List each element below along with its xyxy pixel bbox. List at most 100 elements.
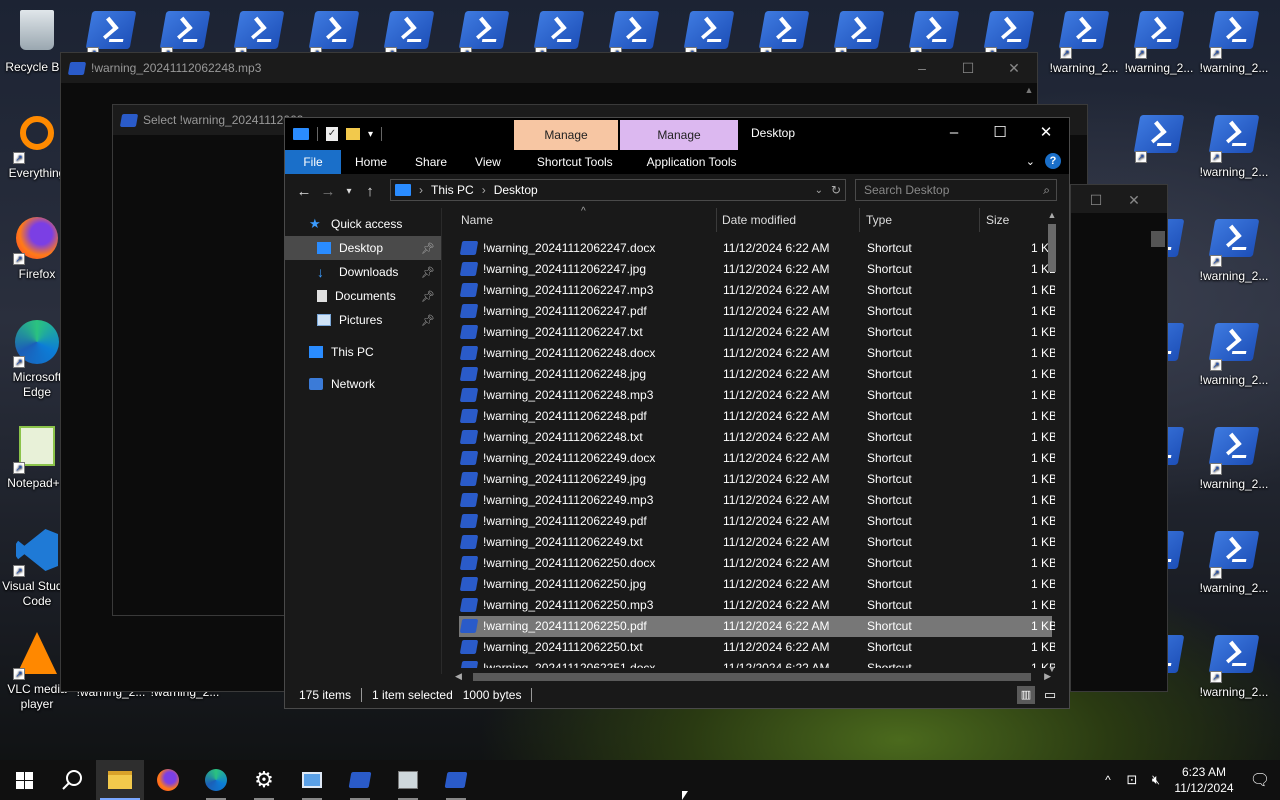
table-row[interactable]: !warning_20241112062248.jpg 11/12/2024 6:… — [459, 364, 1055, 385]
breadcrumb-desktop[interactable]: Desktop — [494, 183, 538, 197]
show-hidden-icons-icon[interactable]: ^ — [1096, 773, 1120, 787]
table-row[interactable]: !warning_20241112062248.txt 11/12/2024 6:… — [459, 427, 1055, 448]
tab-share[interactable]: Share — [401, 150, 461, 174]
table-row[interactable]: !warning_20241112062248.mp3 11/12/2024 6:… — [459, 385, 1055, 406]
desktop-icon-powershell-shortcut[interactable]: ↗ !warning_2... — [1197, 6, 1271, 76]
properties-icon[interactable]: ✓ — [326, 127, 338, 141]
refresh-icon[interactable]: ↻ — [831, 183, 841, 197]
nav-item-pictures[interactable]: Pictures 📌︎ — [285, 308, 441, 332]
desktop-icon-powershell-shortcut[interactable]: ↗ !warning_2... — [1197, 422, 1271, 492]
maximize-icon[interactable]: ☐ — [977, 118, 1023, 148]
help-icon[interactable]: ? — [1045, 153, 1061, 169]
nav-item-quick-access[interactable]: ★ Quick access — [285, 212, 441, 236]
tab-shortcut-tools[interactable]: Shortcut Tools — [523, 150, 627, 174]
nav-item-documents[interactable]: Documents 📌︎ — [285, 284, 441, 308]
manage-tab-shortcut[interactable]: Manage — [514, 120, 618, 150]
clock[interactable]: 6:23 AM 11/12/2024 — [1168, 764, 1240, 796]
table-row[interactable]: !warning_20241112062248.docx 11/12/2024 6… — [459, 343, 1055, 364]
close-icon[interactable]: ✕ — [1111, 185, 1157, 215]
maximize-icon[interactable]: ☐ — [1081, 185, 1111, 215]
desktop-icon-powershell-shortcut[interactable]: ↗ !warning_2... — [1047, 6, 1121, 76]
back-arrow-icon[interactable]: ← — [292, 183, 316, 200]
taskbar-notepad[interactable] — [384, 760, 432, 800]
table-row[interactable]: !warning_20241112062247.mp3 11/12/2024 6:… — [459, 280, 1055, 301]
network-icon[interactable]: ⊡ — [1120, 772, 1144, 788]
table-row[interactable]: !warning_20241112062247.jpg 11/12/2024 6:… — [459, 259, 1055, 280]
scrollbar-thumb[interactable] — [1048, 224, 1056, 272]
address-dropdown-icon[interactable]: ⌄ — [815, 185, 823, 196]
taskbar-firefox[interactable] — [144, 760, 192, 800]
scroll-right-icon[interactable]: ▶ — [1044, 671, 1051, 682]
customize-qat-icon[interactable]: ▾ — [368, 129, 373, 140]
large-icons-view-icon[interactable]: ▭ — [1041, 686, 1059, 704]
column-name[interactable]: Name — [461, 208, 493, 232]
table-row[interactable]: !warning_20241112062249.txt 11/12/2024 6:… — [459, 532, 1055, 553]
taskbar-settings[interactable]: ⚙ — [240, 760, 288, 800]
console-window-titlebar[interactable]: !warning_20241112062248.mp3 — [61, 53, 1037, 83]
close-icon[interactable]: ✕ — [1023, 118, 1069, 148]
tab-file[interactable]: File — [285, 150, 341, 174]
expand-ribbon-icon[interactable]: ⌄ — [1026, 155, 1035, 168]
details-view-icon[interactable]: ▥ — [1017, 686, 1035, 704]
column-type[interactable]: Type — [866, 208, 892, 232]
desktop-icon-powershell-shortcut[interactable]: ↗ !warning_2... — [1197, 630, 1271, 700]
table-row[interactable]: !warning_20241112062249.pdf 11/12/2024 6:… — [459, 511, 1055, 532]
scrollbar-thumb[interactable] — [1151, 231, 1165, 247]
forward-arrow-icon[interactable]: → — [316, 183, 340, 200]
tab-home[interactable]: Home — [341, 150, 401, 174]
table-row[interactable]: !warning_20241112062247.pdf 11/12/2024 6:… — [459, 301, 1055, 322]
scroll-left-icon[interactable]: ◀ — [455, 671, 462, 682]
explorer-titlebar[interactable]: ✓ ▾ Manage Manage Desktop – ☐ ✕ — [285, 118, 1069, 150]
new-folder-icon[interactable] — [346, 128, 360, 140]
taskbar-powershell-2[interactable] — [432, 760, 480, 800]
column-date-modified[interactable]: Date modified — [722, 208, 796, 232]
desktop-icon-powershell-shortcut[interactable]: ↗ !warning_2... — [1197, 214, 1271, 284]
table-row[interactable]: !warning_20241112062249.docx 11/12/2024 6… — [459, 448, 1055, 469]
table-row[interactable]: !warning_20241112062248.pdf 11/12/2024 6:… — [459, 406, 1055, 427]
recent-locations-icon[interactable]: ▾ — [340, 186, 358, 197]
vertical-scrollbar[interactable]: ▲ ▼ — [1045, 210, 1059, 680]
h-scrollbar-thumb[interactable] — [473, 673, 1031, 681]
column-size[interactable]: Size — [986, 208, 1009, 232]
up-arrow-icon[interactable]: ↑ — [358, 183, 382, 200]
desktop-icon-powershell-shortcut[interactable]: ↗ !warning_2... — [1122, 6, 1196, 76]
nav-item-this-pc[interactable]: This PC — [285, 340, 441, 364]
minimize-icon[interactable]: – — [899, 53, 945, 83]
desktop-icon-powershell-shortcut[interactable]: ↗ — [1122, 110, 1196, 165]
console-window-right[interactable]: ☐ ✕ — [1070, 184, 1168, 692]
table-row[interactable]: !warning_20241112062249.jpg 11/12/2024 6:… — [459, 469, 1055, 490]
column-divider[interactable] — [859, 208, 860, 232]
minimize-icon[interactable]: – — [931, 118, 977, 148]
desktop-icon-powershell-shortcut[interactable]: ↗ !warning_2... — [1197, 110, 1271, 180]
start-button[interactable] — [0, 760, 48, 800]
search-button[interactable] — [48, 760, 96, 800]
column-divider[interactable] — [979, 208, 980, 232]
taskbar-control-panel[interactable] — [288, 760, 336, 800]
taskbar-powershell[interactable] — [336, 760, 384, 800]
file-explorer-window[interactable]: ✓ ▾ Manage Manage Desktop – ☐ ✕ File Hom… — [284, 117, 1070, 709]
nav-item-desktop[interactable]: Desktop 📌︎ — [285, 236, 441, 260]
table-row[interactable]: !warning_20241112062250.jpg 11/12/2024 6:… — [459, 574, 1055, 595]
table-row[interactable]: !warning_20241112062250.txt 11/12/2024 6:… — [459, 637, 1055, 658]
tab-application-tools[interactable]: Application Tools — [633, 150, 751, 174]
taskbar-edge[interactable] — [192, 760, 240, 800]
table-row[interactable]: !warning_20241112062250.pdf 11/12/2024 6:… — [459, 616, 1055, 637]
maximize-icon[interactable]: ☐ — [945, 53, 991, 83]
table-row[interactable]: !warning_20241112062250.mp3 11/12/2024 6:… — [459, 595, 1055, 616]
tab-view[interactable]: View — [461, 150, 515, 174]
table-row[interactable]: !warning_20241112062249.mp3 11/12/2024 6:… — [459, 490, 1055, 511]
table-row[interactable]: !warning_20241112062251.docx 11/12/2024 6… — [459, 658, 1055, 668]
table-row[interactable]: !warning_20241112062247.docx 11/12/2024 6… — [459, 238, 1055, 259]
desktop-icon-powershell-shortcut[interactable]: ↗ !warning_2... — [1197, 318, 1271, 388]
nav-item-network[interactable]: Network — [285, 372, 441, 396]
scroll-up-icon[interactable]: ▲ — [1045, 210, 1059, 220]
close-icon[interactable]: ✕ — [991, 53, 1037, 83]
nav-item-downloads[interactable]: ↓ Downloads 📌︎ — [285, 260, 441, 284]
breadcrumb-this-pc[interactable]: This PC — [431, 183, 474, 197]
notifications-icon[interactable]: 🗨︎ — [1240, 770, 1280, 790]
pane-splitter[interactable] — [441, 208, 442, 674]
volume-muted-icon[interactable]: 🔇︎ — [1144, 772, 1168, 788]
taskbar-file-explorer[interactable] — [96, 760, 144, 800]
table-row[interactable]: !warning_20241112062247.txt 11/12/2024 6:… — [459, 322, 1055, 343]
table-row[interactable]: !warning_20241112062250.docx 11/12/2024 6… — [459, 553, 1055, 574]
